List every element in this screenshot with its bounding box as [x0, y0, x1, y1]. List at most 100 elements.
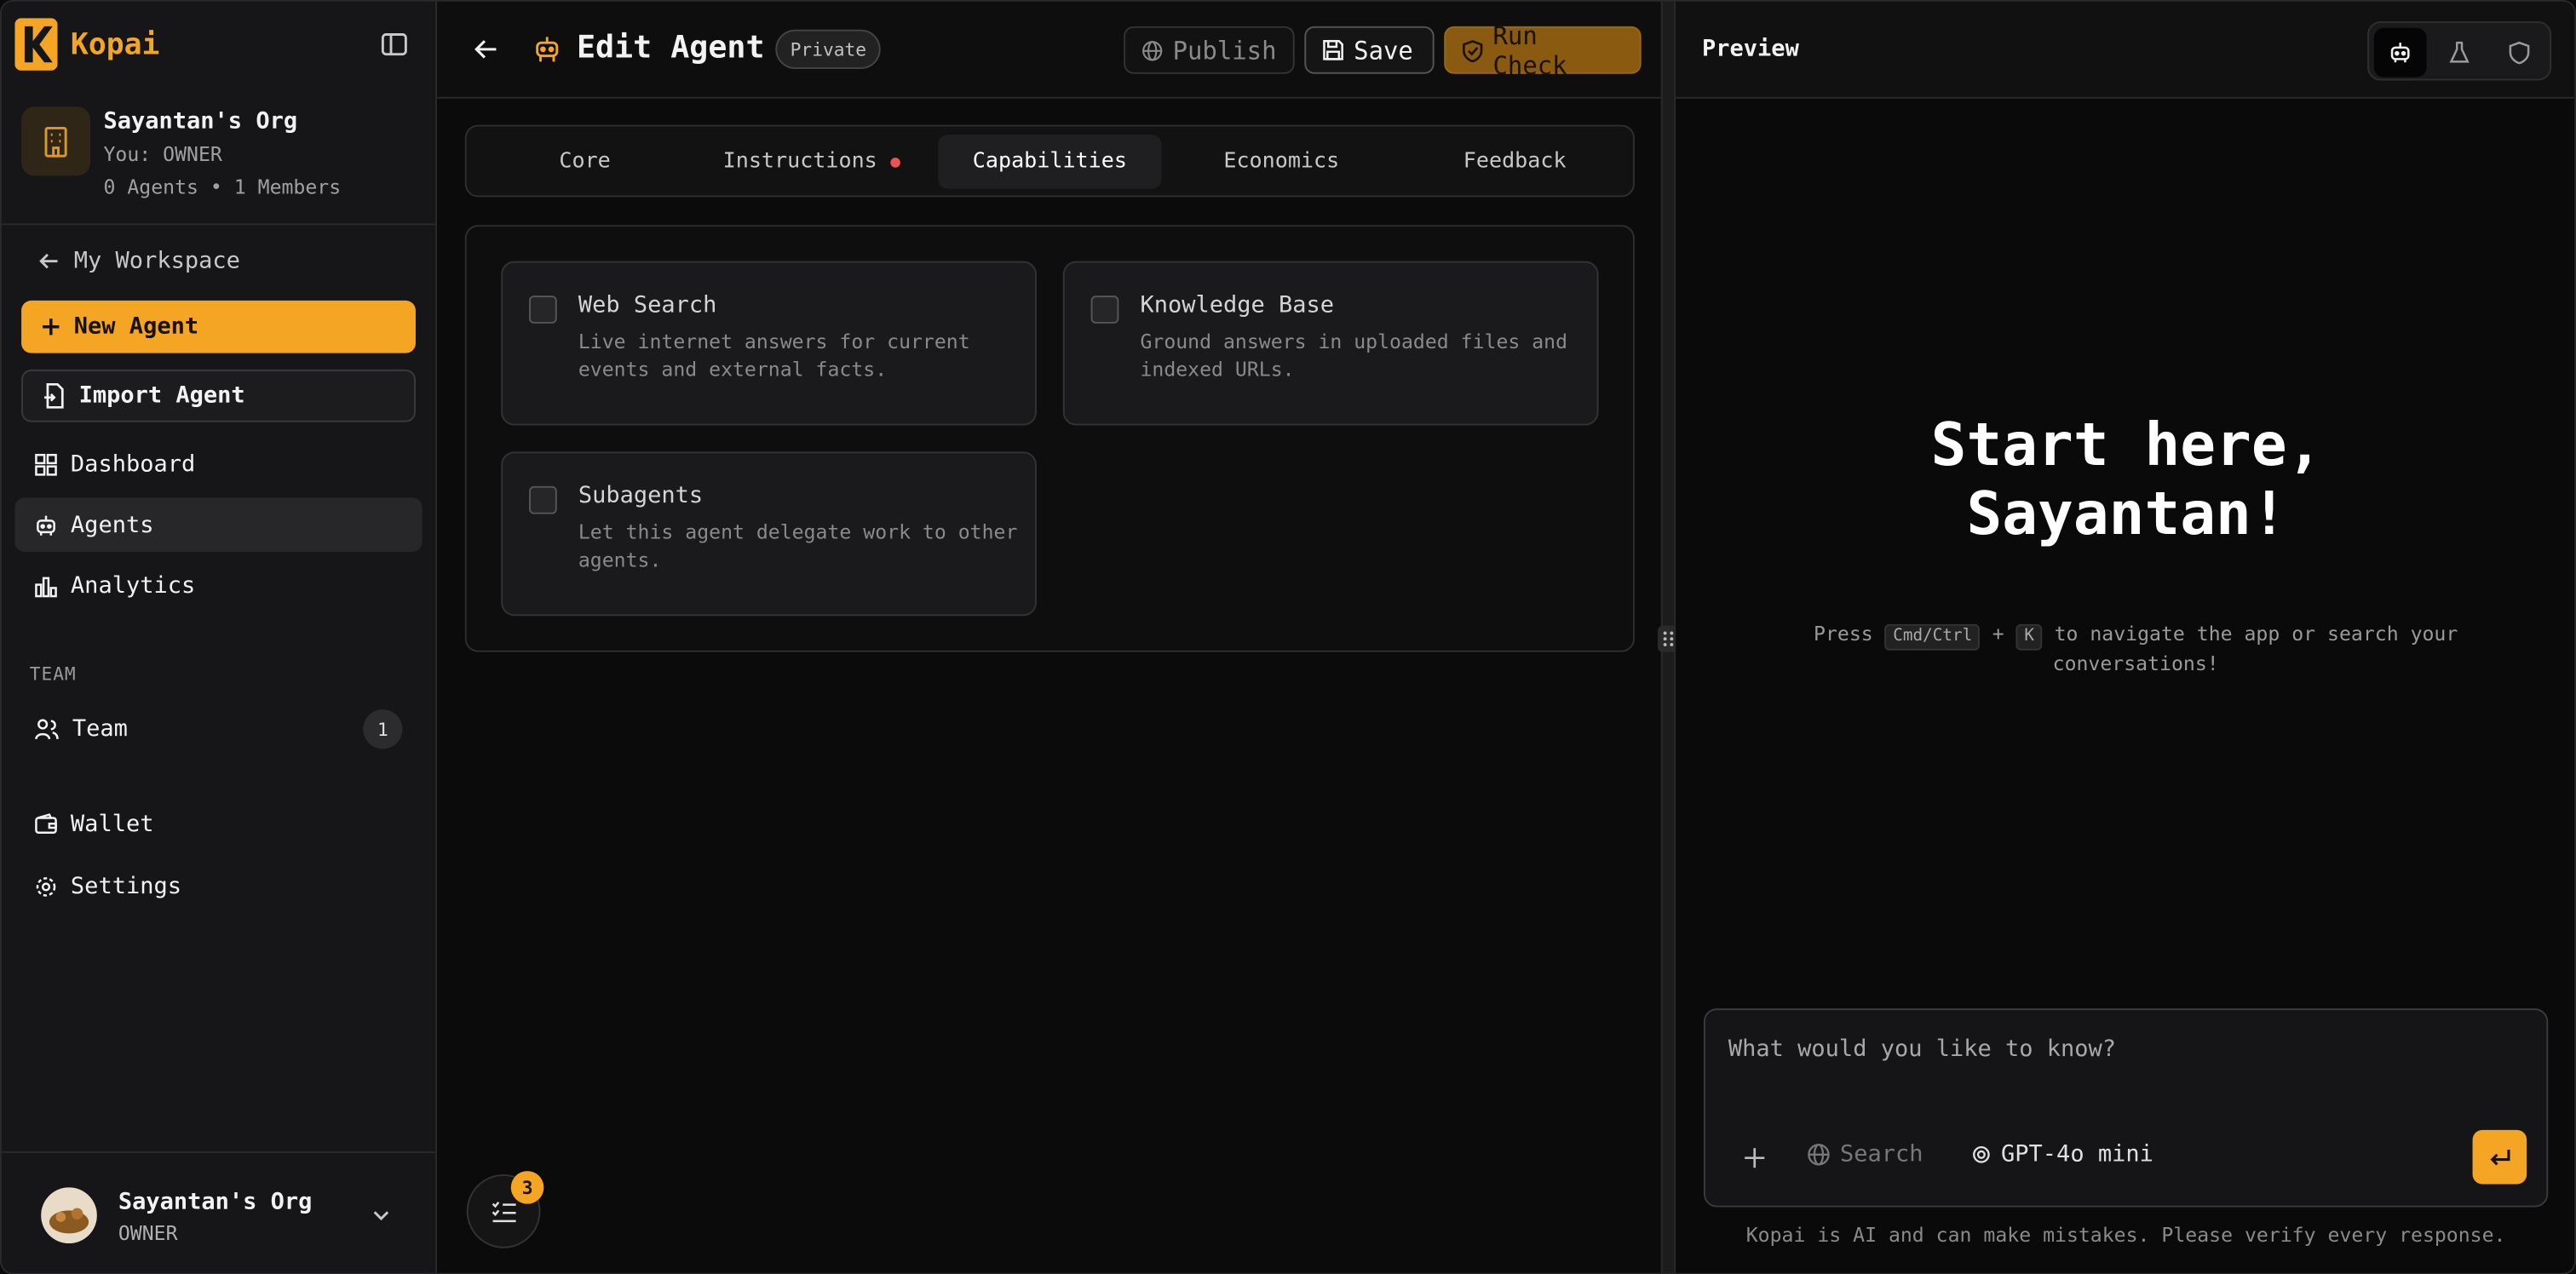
- team-count-badge: 1: [363, 709, 403, 749]
- plus-icon[interactable]: [1741, 1145, 1768, 1171]
- sidebar-toggle-icon[interactable]: [380, 30, 410, 60]
- publish-label: Publish: [1172, 35, 1277, 66]
- model-selector[interactable]: GPT-4o mini: [1971, 1141, 2153, 1168]
- chat-input[interactable]: What would you like to know?: [1728, 1036, 2116, 1063]
- preview-greeting: Start here, Sayantan!: [1676, 412, 2574, 550]
- sidebar-item-analytics[interactable]: Analytics: [14, 559, 422, 613]
- tab-core[interactable]: Core: [495, 135, 676, 189]
- preview-mode-test[interactable]: [2433, 28, 2486, 77]
- capability-description: Let this agent delegate work to other ag…: [578, 520, 1018, 572]
- app-name: Kopai: [70, 26, 160, 62]
- ai-disclaimer: Kopai is AI and can make mistakes. Pleas…: [1745, 1223, 2506, 1247]
- knowledge-base-checkbox[interactable]: [1090, 296, 1119, 324]
- capability-card-subagents[interactable]: Subagents Let this agent delegate work t…: [501, 451, 1037, 617]
- send-button[interactable]: [2472, 1129, 2527, 1185]
- sidebar-item-label: Dashboard: [70, 450, 196, 478]
- import-agent-button[interactable]: Import Agent: [21, 369, 416, 422]
- preview-mode-agent[interactable]: [2373, 27, 2427, 77]
- tab-economics[interactable]: Economics: [1170, 135, 1393, 189]
- sidebar-item-settings[interactable]: Settings: [14, 859, 422, 914]
- web-search-checkbox[interactable]: [529, 296, 557, 324]
- new-agent-label: New Agent: [73, 313, 199, 341]
- preview-header: Preview: [1676, 1, 2575, 99]
- run-check-button[interactable]: Run Check: [1444, 20, 1642, 80]
- capability-description: Live internet answers for current events…: [578, 330, 970, 382]
- save-label: Save: [1354, 35, 1413, 66]
- org-stats: 0 Agents • 1 Members: [103, 175, 342, 199]
- search-toggle[interactable]: Search: [1807, 1141, 1923, 1168]
- tab-capabilities[interactable]: Capabilities: [938, 135, 1162, 189]
- shield-check-icon: [1463, 39, 1483, 62]
- publish-button[interactable]: Publish: [1124, 26, 1295, 74]
- globe-icon: [1142, 40, 1163, 60]
- section-label-team: TEAM: [29, 663, 77, 686]
- robot-icon: [2390, 43, 2410, 63]
- org-switcher[interactable]: Sayantan's Org You: OWNER 0 Agents • 1 M…: [1, 94, 436, 226]
- sidebar-item-team[interactable]: Team 1: [14, 702, 422, 756]
- building-icon: [21, 106, 91, 176]
- users-icon: [35, 718, 59, 739]
- page-title: Edit Agent: [576, 29, 765, 66]
- org-name: Sayantan's Org: [103, 108, 298, 135]
- greeting-line-1: Start here,: [1930, 412, 2323, 480]
- account-role: OWNER: [118, 1221, 178, 1245]
- app-logo[interactable]: Kopai: [14, 18, 159, 71]
- kbd-k: K: [2015, 623, 2043, 651]
- new-agent-button[interactable]: New Agent: [21, 300, 416, 353]
- agent-editor: Edit Agent Private Publish Save Run Chec…: [437, 1, 1661, 1273]
- tasks-count-badge: 3: [510, 1171, 544, 1204]
- save-button[interactable]: Save: [1304, 26, 1435, 74]
- tab-instructions[interactable]: Instructions: [704, 135, 918, 189]
- run-check-label: Run Check: [1492, 20, 1567, 80]
- sidebar-item-dashboard[interactable]: Dashboard: [14, 437, 422, 491]
- keyboard-hint: Press Cmd/Ctrl + K to navigate the app o…: [1807, 621, 2464, 679]
- wallet-icon: [35, 812, 57, 834]
- robot-icon: [536, 37, 559, 62]
- hint-text: to navigate the app or search your conve…: [2052, 622, 2458, 675]
- robot-icon: [37, 514, 55, 535]
- sidebar: Kopai Sayantan's Org You: OWNER 0 Agents…: [1, 1, 438, 1273]
- sidebar-item-label: Settings: [70, 873, 181, 899]
- greeting-line-2: Sayantan!: [1966, 481, 2287, 549]
- import-agent-label: Import Agent: [78, 382, 245, 410]
- chevron-down-icon: [373, 1211, 389, 1221]
- capabilities-panel: Web Search Live internet answers for cur…: [464, 225, 1635, 652]
- checklist-icon: [491, 1200, 515, 1222]
- search-label: Search: [1840, 1141, 1923, 1168]
- capability-title: Subagents: [578, 483, 704, 509]
- subagents-checkbox[interactable]: [529, 485, 557, 514]
- capability-card-web-search[interactable]: Web Search Live internet answers for cur…: [501, 261, 1037, 426]
- app-window: Kopai Sayantan's Org You: OWNER 0 Agents…: [0, 0, 2576, 1274]
- chat-composer: What would you like to know? Search GPT-…: [1703, 1008, 2549, 1208]
- editor-tabs: Core Instructions Capabilities Economics…: [464, 124, 1635, 198]
- sidebar-item-label: Agents: [70, 511, 154, 538]
- tab-instructions-label: Instructions: [722, 149, 877, 175]
- kbd-cmd-ctrl: Cmd/Ctrl: [1884, 623, 1981, 651]
- capability-title: Knowledge Base: [1140, 292, 1335, 319]
- preview-title: Preview: [1702, 36, 1799, 63]
- capability-card-knowledge-base[interactable]: Knowledge Base Ground answers in uploade…: [1062, 261, 1599, 426]
- model-label: GPT-4o mini: [2001, 1141, 2153, 1168]
- sidebar-item-label: Analytics: [70, 572, 196, 599]
- bar-chart-icon: [35, 576, 57, 597]
- preview-mode-guard[interactable]: [2493, 28, 2545, 77]
- account-name: Sayantan's Org: [118, 1189, 313, 1216]
- flask-icon: [2449, 41, 2470, 63]
- tab-feedback[interactable]: Feedback: [1403, 135, 1626, 189]
- kopai-logo-icon: [14, 18, 58, 71]
- sidebar-item-wallet[interactable]: Wallet: [14, 796, 422, 851]
- account-menu[interactable]: Sayantan's Org OWNER: [1, 1151, 436, 1273]
- sidebar-item-label: Team: [72, 714, 128, 742]
- back-arrow-icon[interactable]: [473, 36, 499, 62]
- save-icon: [1323, 39, 1343, 60]
- editor-toolbar: Edit Agent Private Publish Save Run Chec…: [437, 1, 1661, 99]
- hint-plus: +: [1992, 622, 2004, 646]
- capability-description: Ground answers in uploaded files and ind…: [1140, 330, 1568, 382]
- back-to-workspace-link[interactable]: My Workspace: [37, 248, 240, 274]
- avatar: [41, 1187, 97, 1243]
- sidebar-item-agents[interactable]: Agents: [14, 497, 423, 553]
- globe-icon: [1808, 1144, 1830, 1166]
- unsaved-indicator-dot: [890, 157, 900, 167]
- gear-icon: [36, 876, 56, 896]
- arrow-left-icon: [39, 253, 58, 269]
